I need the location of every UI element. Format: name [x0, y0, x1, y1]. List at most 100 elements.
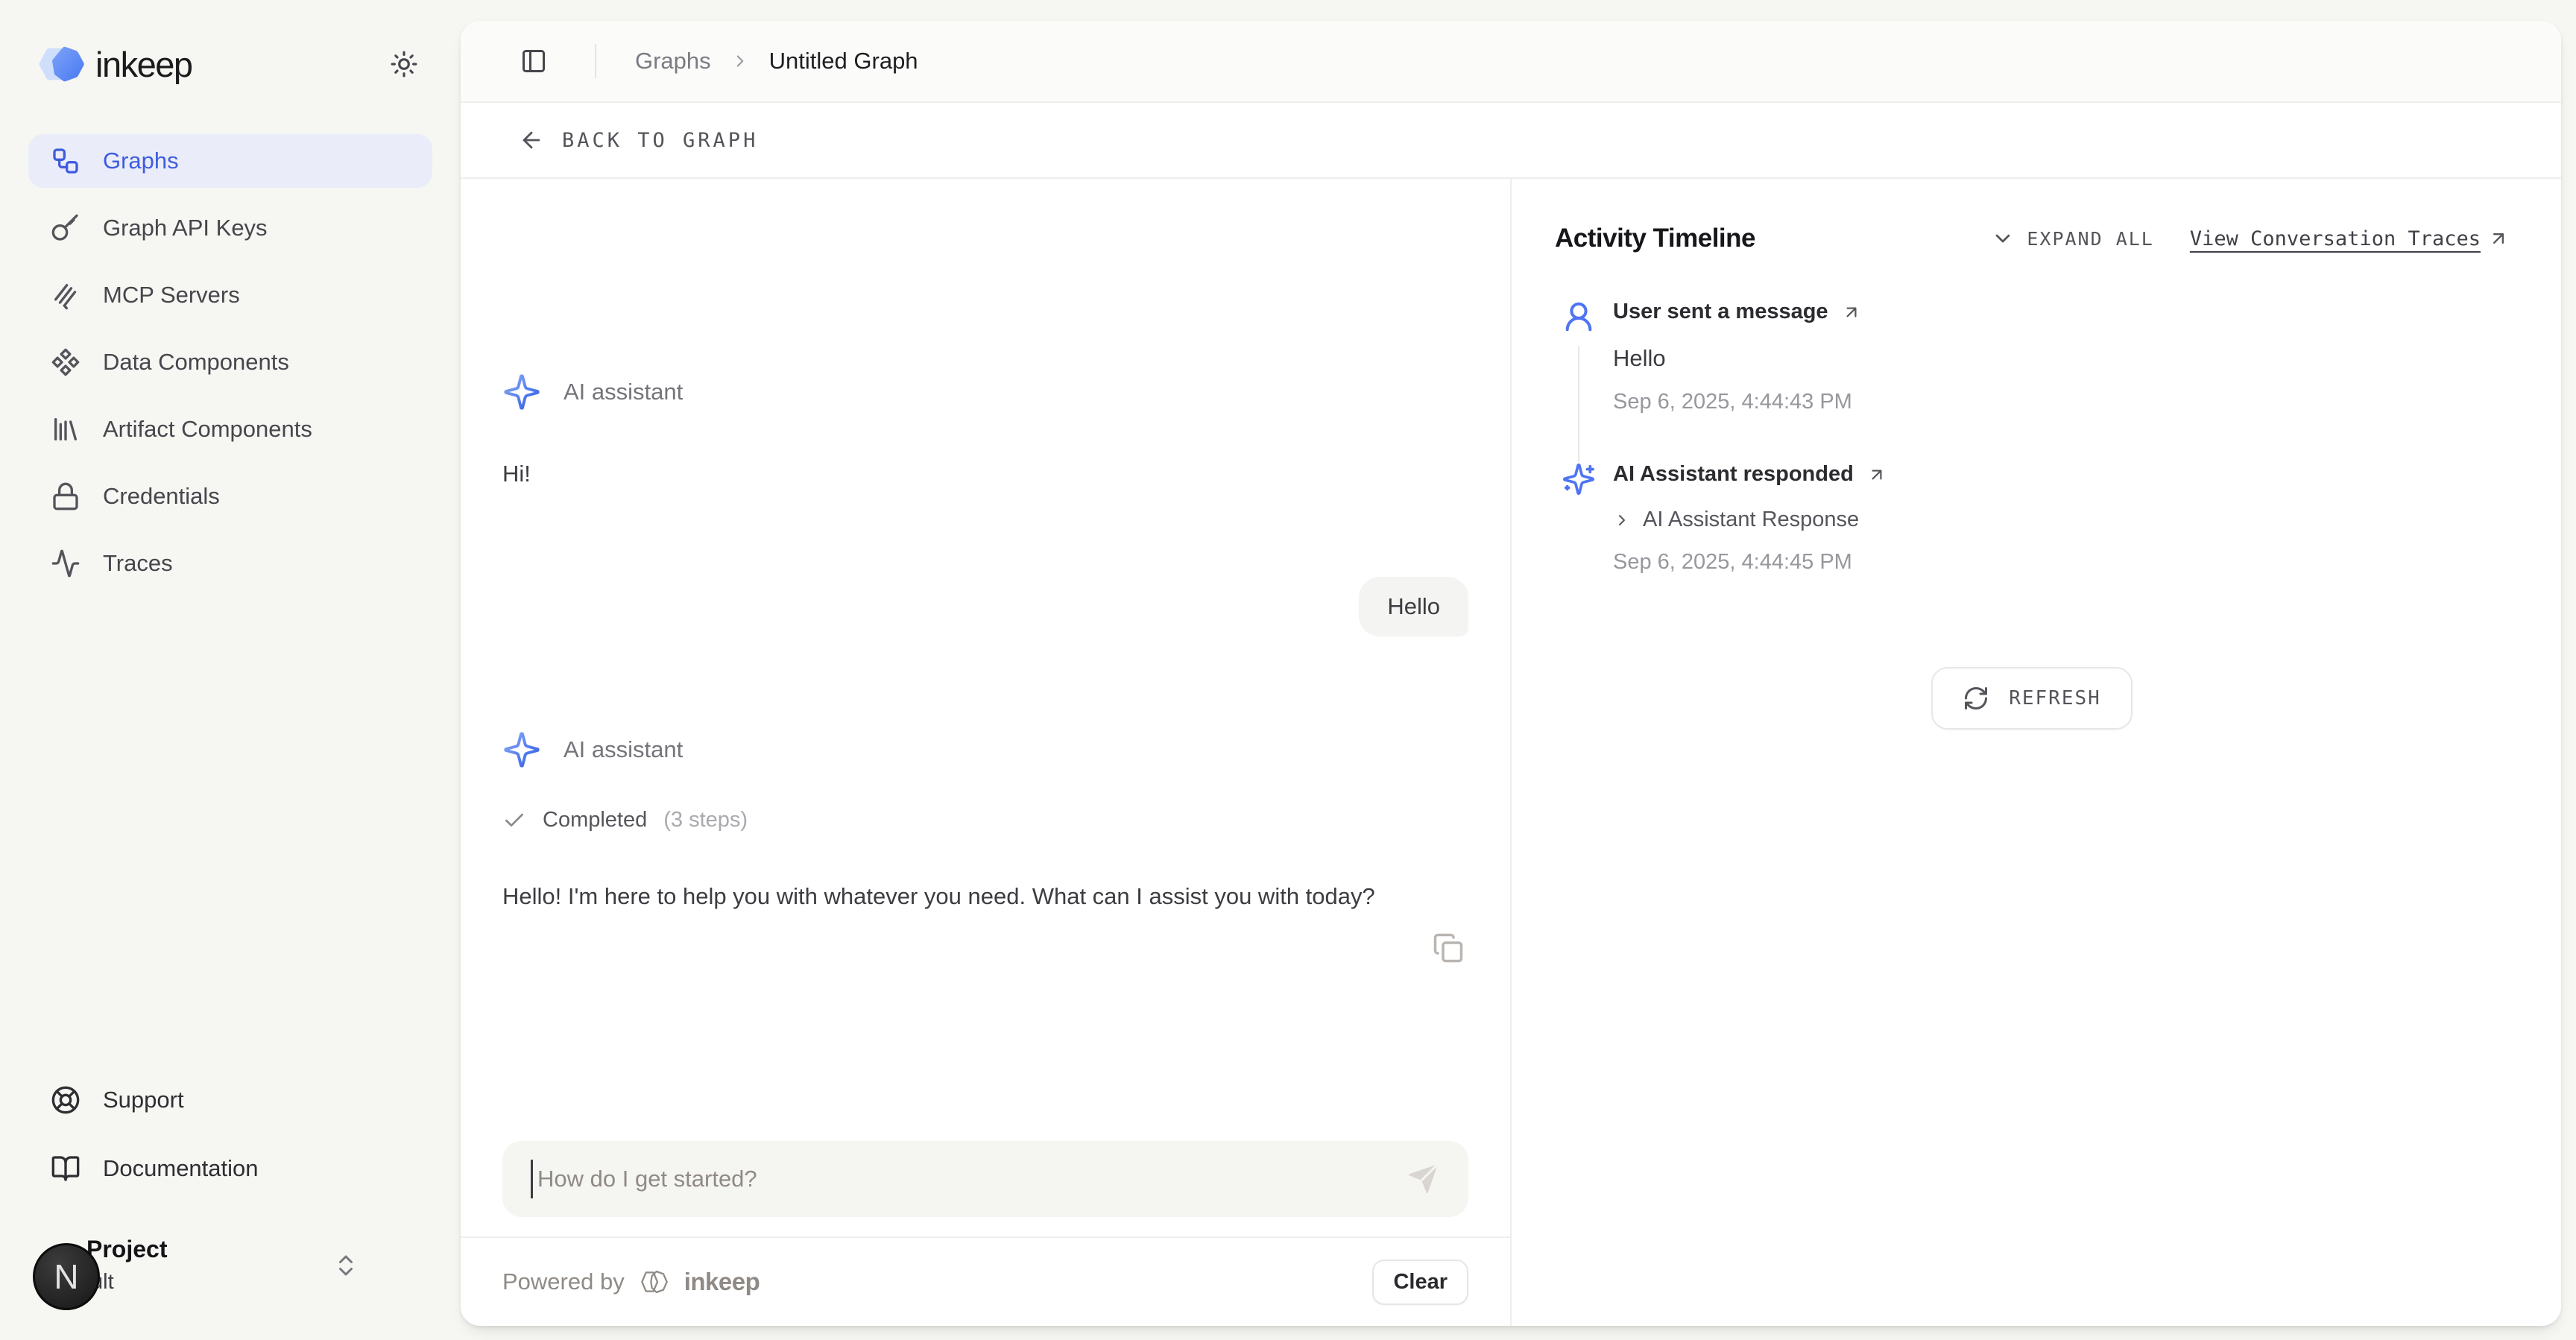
workflow-icon [51, 146, 80, 176]
message-actions [502, 932, 1468, 964]
timeline-item-timestamp: Sep 6, 2025, 4:44:45 PM [1613, 550, 1887, 575]
assistant-message: Hi! [502, 455, 1468, 493]
timeline-item-timestamp: Sep 6, 2025, 4:44:43 PM [1613, 390, 1861, 414]
assistant-sender-row: AI assistant [502, 373, 1468, 411]
project-title: Project [86, 1236, 167, 1263]
sidebar-item-label: Support [103, 1087, 184, 1113]
component-icon [51, 347, 80, 377]
sidebar-item-graphs[interactable]: Graphs [28, 134, 432, 188]
timeline-item-title: User sent a message [1613, 300, 1828, 324]
chevrons-up-down-icon [332, 1252, 359, 1279]
check-icon [502, 809, 526, 832]
avatar-letter: N [54, 1257, 78, 1297]
timeline-item-assistant-response: AI Assistant responded AI Assistant Resp… [1555, 462, 2509, 622]
breadcrumb-current: Untitled Graph [769, 48, 918, 75]
powered-by-brand: inkeep [684, 1268, 760, 1296]
assistant-label: AI assistant [564, 379, 683, 405]
timeline-item-title-row[interactable]: AI Assistant responded [1613, 462, 1887, 487]
sparkles-icon [502, 730, 541, 769]
activity-icon [51, 549, 80, 578]
arrow-left-icon [519, 127, 544, 153]
mcp-icon [51, 280, 80, 310]
header-divider [595, 44, 596, 78]
send-icon [1406, 1162, 1440, 1196]
theme-toggle-button[interactable] [383, 43, 425, 85]
sidebar-footer-nav: Support Documentation [28, 1076, 432, 1192]
chat-input[interactable] [536, 1165, 1406, 1193]
view-traces-label: View Conversation Traces [2190, 227, 2481, 250]
assistant-response-expander[interactable]: AI Assistant Response [1613, 508, 1887, 532]
sidebar-item-data-components[interactable]: Data Components [28, 335, 432, 389]
key-icon [51, 213, 80, 243]
sidebar: inkeep Graphs Graph API Keys MCP Servers… [0, 0, 461, 1340]
sidebar-item-graph-api-keys[interactable]: Graph API Keys [28, 201, 432, 255]
avatar: N [33, 1243, 100, 1310]
arrow-up-right-icon [1867, 465, 1887, 484]
timeline-item-title-row[interactable]: User sent a message [1613, 300, 1861, 324]
expand-all-button[interactable]: EXPAND ALL [1991, 227, 2154, 250]
chat-panel: AI assistant Hi! Hello AI [461, 179, 1512, 1326]
back-to-graph-button[interactable]: BACK TO GRAPH [461, 103, 2561, 179]
clear-button[interactable]: Clear [1372, 1260, 1468, 1305]
chat-footer: Powered by inkeep Clear [461, 1236, 1510, 1326]
timeline-items: User sent a message Hello Sep 6, 2025, 4… [1555, 300, 2509, 622]
sidebar-item-label: Graph API Keys [103, 215, 268, 241]
chevron-right-icon [1613, 511, 1631, 529]
timeline-item-title: AI Assistant responded [1613, 462, 1854, 487]
send-button[interactable] [1406, 1162, 1440, 1196]
panel-left-icon [520, 48, 547, 75]
chevron-down-icon [1991, 227, 2015, 250]
status-label: Completed [543, 808, 647, 832]
breadcrumb-graphs[interactable]: Graphs [635, 48, 711, 75]
chat-input-box[interactable] [502, 1141, 1468, 1217]
sidebar-item-credentials[interactable]: Credentials [28, 470, 432, 523]
chat-message-list: AI assistant Hi! Hello AI [461, 179, 1510, 1141]
sidebar-item-mcp-servers[interactable]: MCP Servers [28, 268, 432, 322]
book-open-icon [51, 1154, 80, 1183]
timeline-header: Activity Timeline EXPAND ALL View Conver… [1555, 224, 2509, 253]
sidebar-item-label: Documentation [103, 1155, 259, 1182]
copy-icon[interactable] [1433, 932, 1464, 964]
refresh-row: REFRESH [1555, 667, 2509, 730]
completion-status[interactable]: Completed (3 steps) [502, 808, 1468, 832]
lock-icon [51, 481, 80, 511]
timeline-rail [1555, 462, 1603, 622]
panel-body: AI assistant Hi! Hello AI [461, 179, 2561, 1326]
inkeep-logo-mark [39, 45, 85, 83]
sidebar-item-label: Graphs [103, 148, 179, 174]
assistant-message-group: AI assistant Completed (3 steps) Hello! … [502, 730, 1468, 964]
sidebar-item-artifact-components[interactable]: Artifact Components [28, 402, 432, 456]
breadcrumb: Graphs Untitled Graph [635, 48, 918, 75]
sidebar-header: inkeep [28, 42, 432, 86]
timeline-rail [1555, 300, 1603, 462]
user-message-row: Hello [502, 577, 1468, 636]
assistant-message: Hello! I'm here to help you with whateve… [502, 877, 1468, 916]
powered-by-label: Powered by [502, 1268, 625, 1295]
sidebar-item-label: Traces [103, 550, 173, 577]
sidebar-item-label: Artifact Components [103, 416, 312, 443]
sidebar-item-traces[interactable]: Traces [28, 537, 432, 590]
sidebar-item-documentation[interactable]: Documentation [28, 1145, 432, 1192]
timeline-connector [1578, 346, 1579, 462]
sun-icon [390, 50, 418, 78]
refresh-button[interactable]: REFRESH [1931, 667, 2133, 730]
view-conversation-traces-link[interactable]: View Conversation Traces [2190, 227, 2509, 250]
arrow-up-right-icon [1842, 303, 1861, 322]
inkeep-logo: inkeep [39, 44, 192, 85]
user-icon [1562, 300, 1596, 334]
panel-header: Graphs Untitled Graph [461, 21, 2561, 103]
refresh-label: REFRESH [2009, 687, 2101, 709]
sidebar-item-support[interactable]: Support [28, 1076, 432, 1124]
status-steps: (3 steps) [663, 808, 748, 832]
expander-label: AI Assistant Response [1643, 508, 1859, 532]
powered-by[interactable]: Powered by inkeep [502, 1267, 760, 1297]
sparkles-icon [1562, 462, 1596, 496]
timeline-item-content: User sent a message Hello Sep 6, 2025, 4… [1613, 300, 1861, 462]
sidebar-toggle-button[interactable] [513, 40, 555, 82]
inkeep-wordmark: inkeep [95, 44, 192, 85]
timeline-header-actions: EXPAND ALL View Conversation Traces [1991, 227, 2509, 250]
chat-input-area [461, 1141, 1510, 1217]
project-selector[interactable]: Project ult N [28, 1236, 432, 1313]
library-icon [51, 414, 80, 444]
sidebar-spacer [28, 590, 432, 1076]
